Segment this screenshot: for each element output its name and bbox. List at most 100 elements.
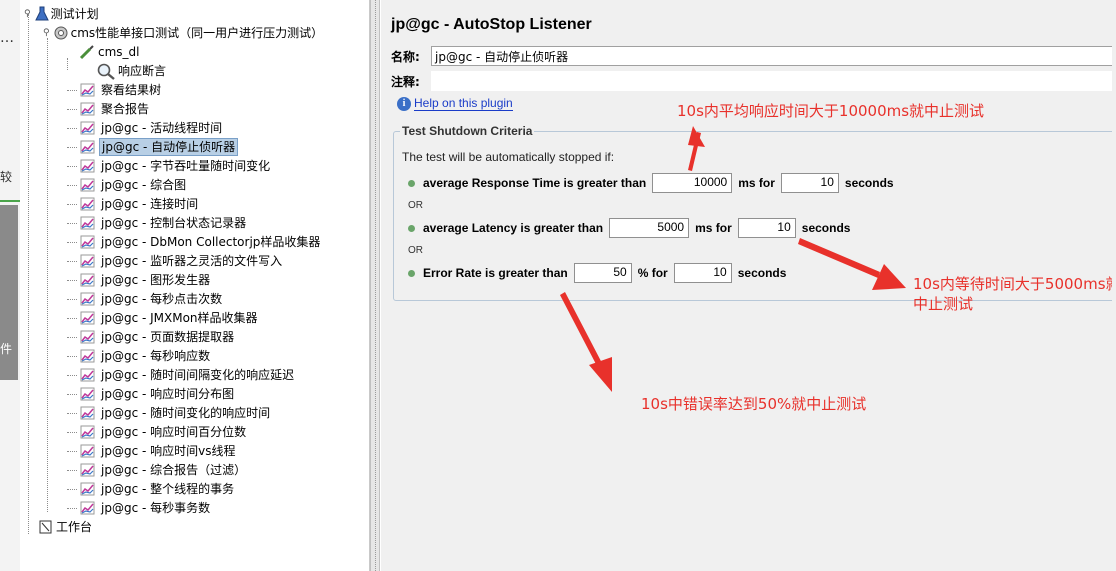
chart-icon xyxy=(80,102,96,116)
tree-node-listener[interactable]: jp@gc - 随时间变化的响应时间 xyxy=(80,403,272,422)
comment-field[interactable] xyxy=(431,71,1116,91)
tree-node-label: jp@gc - 页面数据提取器 xyxy=(101,329,235,344)
tree-node-listener[interactable]: jp@gc - 活动线程时间 xyxy=(80,118,224,137)
chart-icon xyxy=(80,463,96,477)
help-link[interactable]: i Help on this plugin xyxy=(397,96,513,111)
tree-node-listener[interactable]: jp@gc - 字节吞吐量随时间变化 xyxy=(80,156,272,175)
tree-node-workbench[interactable]: 工作台 xyxy=(38,517,94,536)
tree-node-listener[interactable]: jp@gc - 监听器之灵活的文件写入 xyxy=(80,251,284,270)
chart-icon xyxy=(80,197,96,211)
tree-node-label: jp@gc - 响应时间分布图 xyxy=(101,386,235,401)
tree-node-label: jp@gc - 每秒事务数 xyxy=(101,500,211,515)
tree-node-label: jp@gc - 监听器之灵活的文件写入 xyxy=(101,253,283,268)
condition-response-time: average Response Time is greater than 10… xyxy=(408,173,894,193)
response-time-input[interactable]: 10000 xyxy=(652,173,733,193)
tree-node-listener[interactable]: jp@gc - 页面数据提取器 xyxy=(80,327,236,346)
tree-connector xyxy=(67,489,77,490)
error-rate-input[interactable]: 50 xyxy=(573,263,632,283)
latency-input[interactable]: 5000 xyxy=(609,218,690,238)
tree-node-label: jp@gc - 活动线程时间 xyxy=(101,120,223,135)
tree-connector xyxy=(67,337,77,338)
condition-dot-icon xyxy=(408,269,415,277)
background-text-top: … xyxy=(0,30,14,46)
unit-label: ms for xyxy=(695,221,732,235)
name-label: 名称: xyxy=(391,49,420,64)
chart-icon xyxy=(80,482,96,496)
chart-icon xyxy=(80,178,96,192)
tree-node-test-plan[interactable]: ⚲ 测试计划 xyxy=(24,4,101,23)
tree-node-listener[interactable]: jp@gc - 每秒响应数 xyxy=(80,346,212,365)
tree-node-label: jp@gc - JMXMon样品收集器 xyxy=(101,310,258,325)
tree-node-listener[interactable]: jp@gc - 每秒事务数 xyxy=(80,498,212,517)
condition-label: average Latency is greater than xyxy=(423,221,604,235)
background-text-mid: 较 xyxy=(0,170,13,184)
gear-icon xyxy=(54,26,68,39)
tree-node-assertion[interactable]: 响应断言 xyxy=(96,61,168,80)
annotation-error-rate: 10s中错误率达到50%就中止测试 xyxy=(641,395,867,413)
name-row: 名称: jp@gc - 自动停止侦听器 xyxy=(391,46,1116,66)
tree-node-listener[interactable]: jp@gc - DbMon Collectorjp样品收集器 xyxy=(80,232,322,251)
tree-node-listener[interactable]: jp@gc - 连接时间 xyxy=(80,194,200,213)
tree-node-listener[interactable]: jp@gc - 随时间间隔变化的响应延迟 xyxy=(80,365,296,384)
tree-connector xyxy=(67,90,77,91)
chart-icon xyxy=(80,140,96,154)
tree-node-label: jp@gc - 连接时间 xyxy=(101,196,199,211)
tree-node-thread-group[interactable]: ⚲ cms性能单接口测试（同一用户进行压力测试） xyxy=(43,23,325,42)
tree-node-listener[interactable]: jp@gc - 整个线程的事务 xyxy=(80,479,236,498)
seconds-label: seconds xyxy=(844,176,894,190)
background-accent-line xyxy=(0,200,20,202)
unit-label: ms for xyxy=(738,176,775,190)
info-icon: i xyxy=(397,96,411,111)
tree-connector xyxy=(67,280,77,281)
tree-connector xyxy=(67,185,77,186)
condition-dot-icon xyxy=(408,224,415,232)
tree-node-sampler[interactable]: cms_dl xyxy=(78,42,142,61)
tree-node-listener[interactable]: jp@gc - 综合报告（过滤） xyxy=(80,460,248,479)
response-time-duration-input[interactable]: 10 xyxy=(780,173,839,193)
error-rate-duration-input[interactable]: 10 xyxy=(673,263,732,283)
tree-node-listener[interactable]: jp@gc - JMXMon样品收集器 xyxy=(80,308,260,327)
tree-node-listener[interactable]: jp@gc - 响应时间分布图 xyxy=(80,384,236,403)
tree-node-label: 察看结果树 xyxy=(101,82,162,97)
annotation-latency-line1: 10s内等待时间大于5000ms就 xyxy=(913,275,1116,293)
tree-node-listener[interactable]: jp@gc - 响应时间百分位数 xyxy=(80,422,248,441)
criteria-description: The test will be automatically stopped i… xyxy=(402,150,615,164)
condition-latency: average Latency is greater than 5000 ms … xyxy=(408,218,850,238)
tree-connector xyxy=(67,147,77,148)
tree-connector xyxy=(67,356,77,357)
tree-connector xyxy=(28,14,29,534)
test-plan-tree[interactable]: ⚲ 测试计划 ⚲ cms性能单接口测试（同一用户进行压力测试） cms_dl 响… xyxy=(20,0,370,571)
expand-handle-icon[interactable]: ⚲ xyxy=(24,9,31,19)
seconds-label: seconds xyxy=(737,266,787,280)
tree-connector xyxy=(67,109,77,110)
chart-icon xyxy=(80,216,96,230)
workbench-icon xyxy=(39,520,52,533)
chart-icon xyxy=(80,254,96,268)
tree-connector xyxy=(67,394,77,395)
chart-icon xyxy=(80,406,96,420)
tree-connector xyxy=(67,166,77,167)
tree-node-label: jp@gc - 自动停止侦听器 xyxy=(99,137,239,156)
tree-connector xyxy=(67,451,77,452)
tree-node-listener[interactable]: 察看结果树 xyxy=(80,80,163,99)
latency-duration-input[interactable]: 10 xyxy=(737,218,796,238)
tree-node-listener[interactable]: jp@gc - 每秒点击次数 xyxy=(80,289,224,308)
tree-node-listener[interactable]: 聚合报告 xyxy=(80,99,151,118)
expand-handle-icon[interactable]: ⚲ xyxy=(43,28,50,38)
tree-node-listener[interactable]: jp@gc - 综合图 xyxy=(80,175,188,194)
tree-connector xyxy=(67,204,77,205)
chart-icon xyxy=(80,330,96,344)
tree-node-listener[interactable]: jp@gc - 控制台状态记录器 xyxy=(80,213,248,232)
help-link-text[interactable]: Help on this plugin xyxy=(414,96,513,111)
or-label: OR xyxy=(408,200,423,211)
tree-node-listener[interactable]: jp@gc - 响应时间vs线程 xyxy=(80,441,237,460)
tree-connector xyxy=(67,242,77,243)
tree-node-listener[interactable]: jp@gc - 自动停止侦听器 xyxy=(80,137,239,156)
tree-node-label: jp@gc - 响应时间vs线程 xyxy=(101,443,236,458)
tree-node-listener[interactable]: jp@gc - 图形发生器 xyxy=(80,270,212,289)
chart-icon xyxy=(80,368,96,382)
condition-label: average Response Time is greater than xyxy=(423,176,647,190)
panel-splitter[interactable] xyxy=(370,0,380,571)
name-field[interactable]: jp@gc - 自动停止侦听器 xyxy=(431,46,1116,66)
magnifier-icon xyxy=(97,63,115,80)
